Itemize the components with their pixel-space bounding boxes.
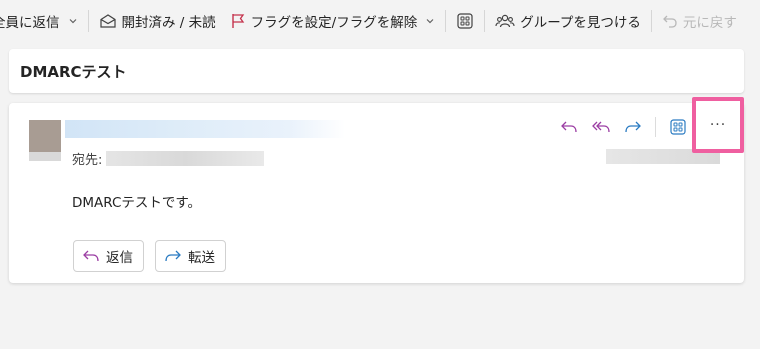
reply-icon [561, 121, 577, 133]
people-group-icon [495, 14, 515, 28]
toolbar-divider [484, 10, 486, 32]
quick-forward-button[interactable]: 転送 [155, 240, 226, 272]
message-body: DMARCテストです。 [72, 195, 202, 211]
mark-read-unread-button[interactable]: 開封済み / 未読 [95, 6, 220, 36]
undo-button[interactable]: 元に戻す [658, 6, 741, 36]
chevron-down-icon[interactable] [425, 16, 435, 26]
flag-label: フラグを設定/フラグを解除 [250, 15, 418, 31]
undo-icon [662, 15, 677, 28]
find-groups-label: グループを見つける [520, 15, 641, 31]
toolbar-divider [650, 10, 652, 32]
subject-title: DMARCテスト [20, 62, 127, 81]
flag-button[interactable]: フラグを設定/フラグを解除 [226, 6, 440, 36]
reply-all-action-button[interactable] [585, 111, 617, 143]
chevron-down-icon[interactable] [68, 16, 78, 26]
avatar[interactable] [29, 120, 61, 152]
apps-grid-icon [457, 13, 473, 29]
command-toolbar: 全員に返信 開封済み / 未読 フラグを設定/フラグを解除 グループを見つける … [0, 0, 760, 42]
apps-button[interactable] [452, 6, 478, 36]
forward-action-button[interactable] [617, 111, 649, 143]
reply-all-button[interactable]: 全員に返信 [0, 6, 82, 36]
recipient-redacted [106, 151, 265, 166]
recipient-row: 宛先: [72, 149, 265, 168]
reply-all-icon [592, 121, 610, 133]
quick-forward-label: 転送 [188, 250, 215, 266]
find-groups-button[interactable]: グループを見つける [491, 6, 645, 36]
more-icon: ··· [709, 117, 727, 133]
to-label: 宛先: [72, 153, 103, 168]
forward-icon [625, 121, 641, 133]
reply-all-label: 全員に返信 [0, 15, 60, 31]
apps-action-button[interactable] [662, 111, 694, 143]
sender-name-redacted [65, 120, 345, 138]
more-actions-button[interactable]: ··· [692, 97, 744, 153]
actions-divider [655, 117, 656, 137]
quick-reply-button[interactable]: 返信 [73, 240, 144, 272]
envelope-open-icon [99, 14, 116, 28]
subject-header: DMARCテスト [9, 49, 744, 93]
toolbar-divider [87, 10, 89, 32]
message-actions [553, 103, 694, 151]
avatar-redacted [29, 152, 61, 161]
quick-reply-label: 返信 [106, 250, 133, 266]
reply-icon [83, 250, 99, 262]
forward-icon [165, 250, 181, 262]
flag-icon [231, 14, 244, 28]
mark-read-unread-label: 開封済み / 未読 [121, 15, 216, 31]
undo-label: 元に戻す [682, 15, 737, 31]
message-card: 宛先: ··· DMARCテストです。 返信 転送 [9, 97, 744, 283]
toolbar-divider [445, 10, 447, 32]
reply-button[interactable] [553, 111, 585, 143]
apps-grid-icon [670, 119, 686, 135]
